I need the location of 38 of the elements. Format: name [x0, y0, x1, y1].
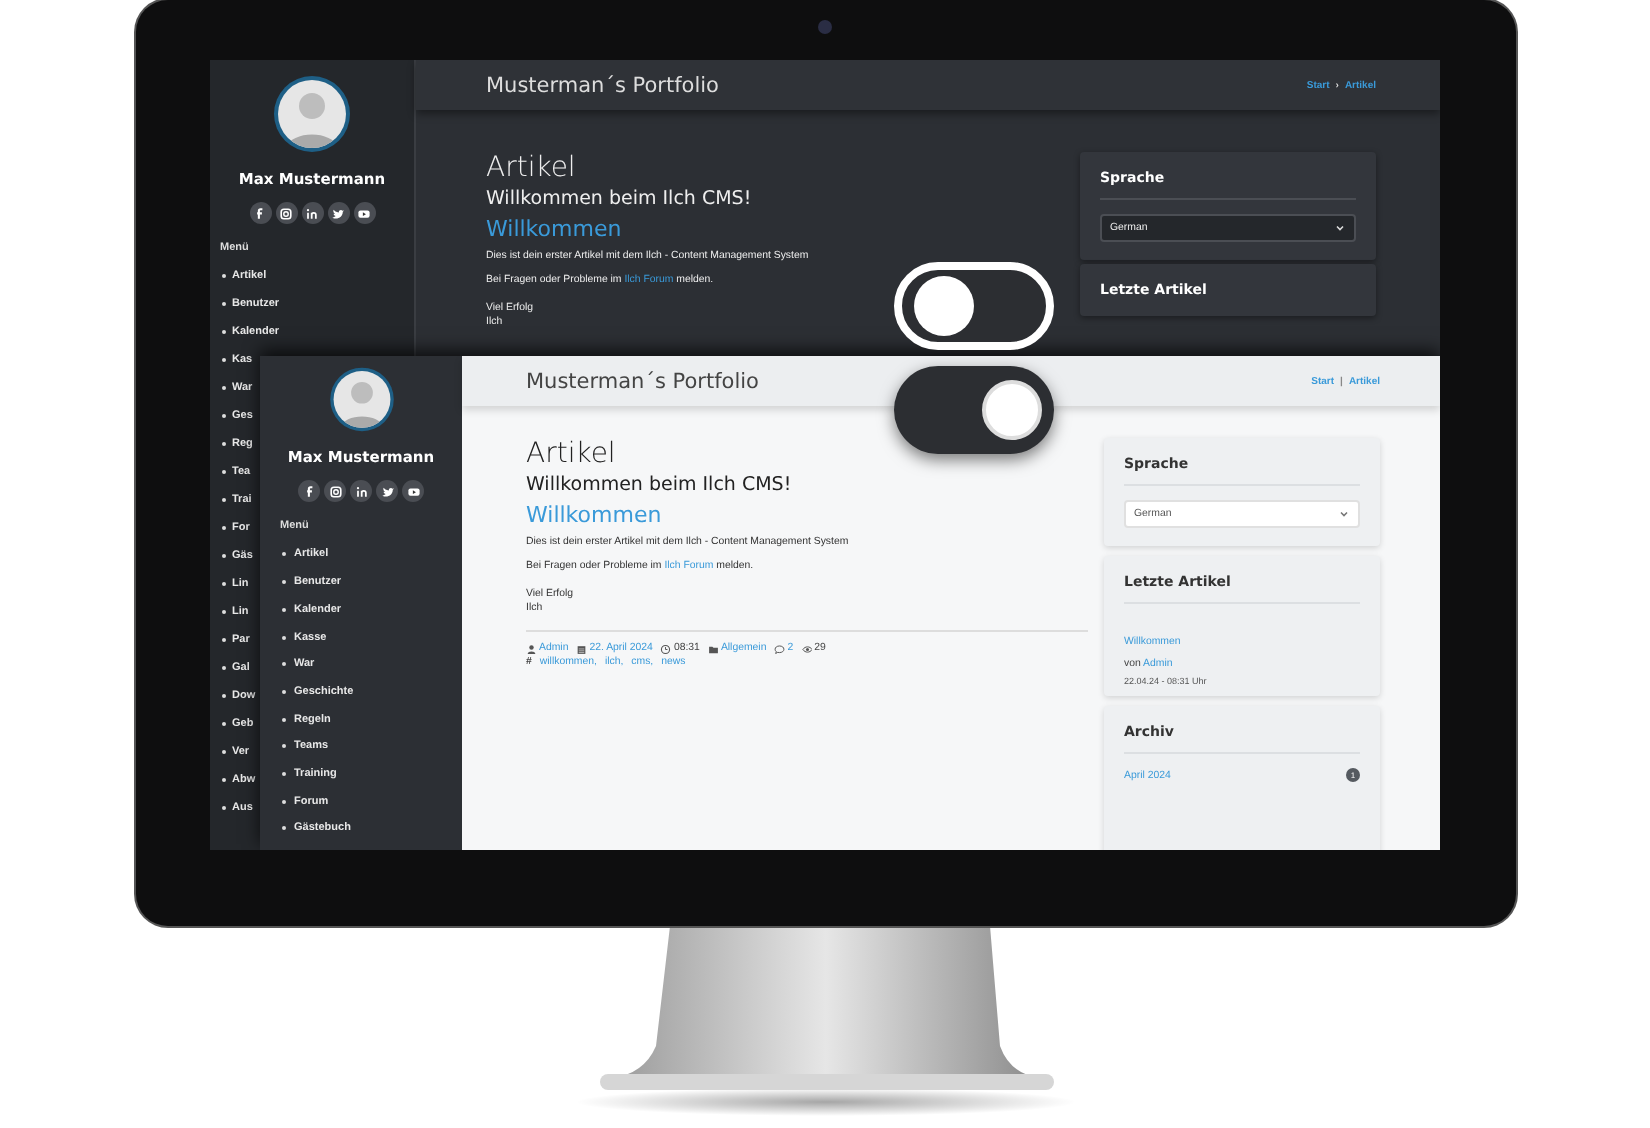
play-icon	[405, 483, 421, 500]
eye-icon	[801, 644, 813, 656]
camera-icon	[327, 483, 343, 500]
camera-dot	[818, 20, 832, 34]
article-title: Willkommen beim Ilch CMS!	[526, 474, 794, 496]
page-heading: Artikel	[526, 438, 618, 470]
social-link[interactable]	[301, 202, 323, 224]
site-title: Musterman´s Portfolio	[526, 369, 759, 393]
avatar-silhouette	[272, 74, 352, 154]
comment-icon	[774, 644, 786, 656]
social-link[interactable]	[353, 202, 375, 224]
in-icon	[353, 483, 369, 500]
page-heading: Artikel	[486, 152, 578, 184]
clock-icon	[660, 644, 672, 656]
f-icon	[301, 483, 317, 500]
article-title: Willkommen beim Ilch CMS!	[486, 188, 754, 210]
camera-icon	[278, 205, 294, 221]
social-link[interactable]	[249, 202, 271, 224]
social-link[interactable]	[327, 202, 349, 224]
social-link[interactable]	[402, 480, 424, 503]
social-link[interactable]	[298, 480, 320, 503]
chevron-down-icon	[1338, 508, 1350, 520]
site-title: Musterman´s Portfolio	[486, 73, 719, 97]
folder-icon	[707, 644, 719, 656]
social-link[interactable]	[275, 202, 297, 224]
play-icon	[356, 205, 372, 221]
f-icon	[252, 205, 268, 221]
calendar-icon	[576, 644, 588, 656]
article-subtitle: Willkommen	[526, 502, 664, 528]
in-icon	[304, 205, 320, 221]
bird-icon	[330, 205, 346, 221]
user-icon	[526, 644, 537, 656]
chevron-down-icon	[1334, 222, 1346, 234]
social-link[interactable]	[350, 480, 372, 503]
article-subtitle: Willkommen	[486, 216, 624, 242]
social-link[interactable]	[324, 480, 346, 503]
social-link[interactable]	[376, 480, 398, 503]
bird-icon	[379, 483, 395, 500]
